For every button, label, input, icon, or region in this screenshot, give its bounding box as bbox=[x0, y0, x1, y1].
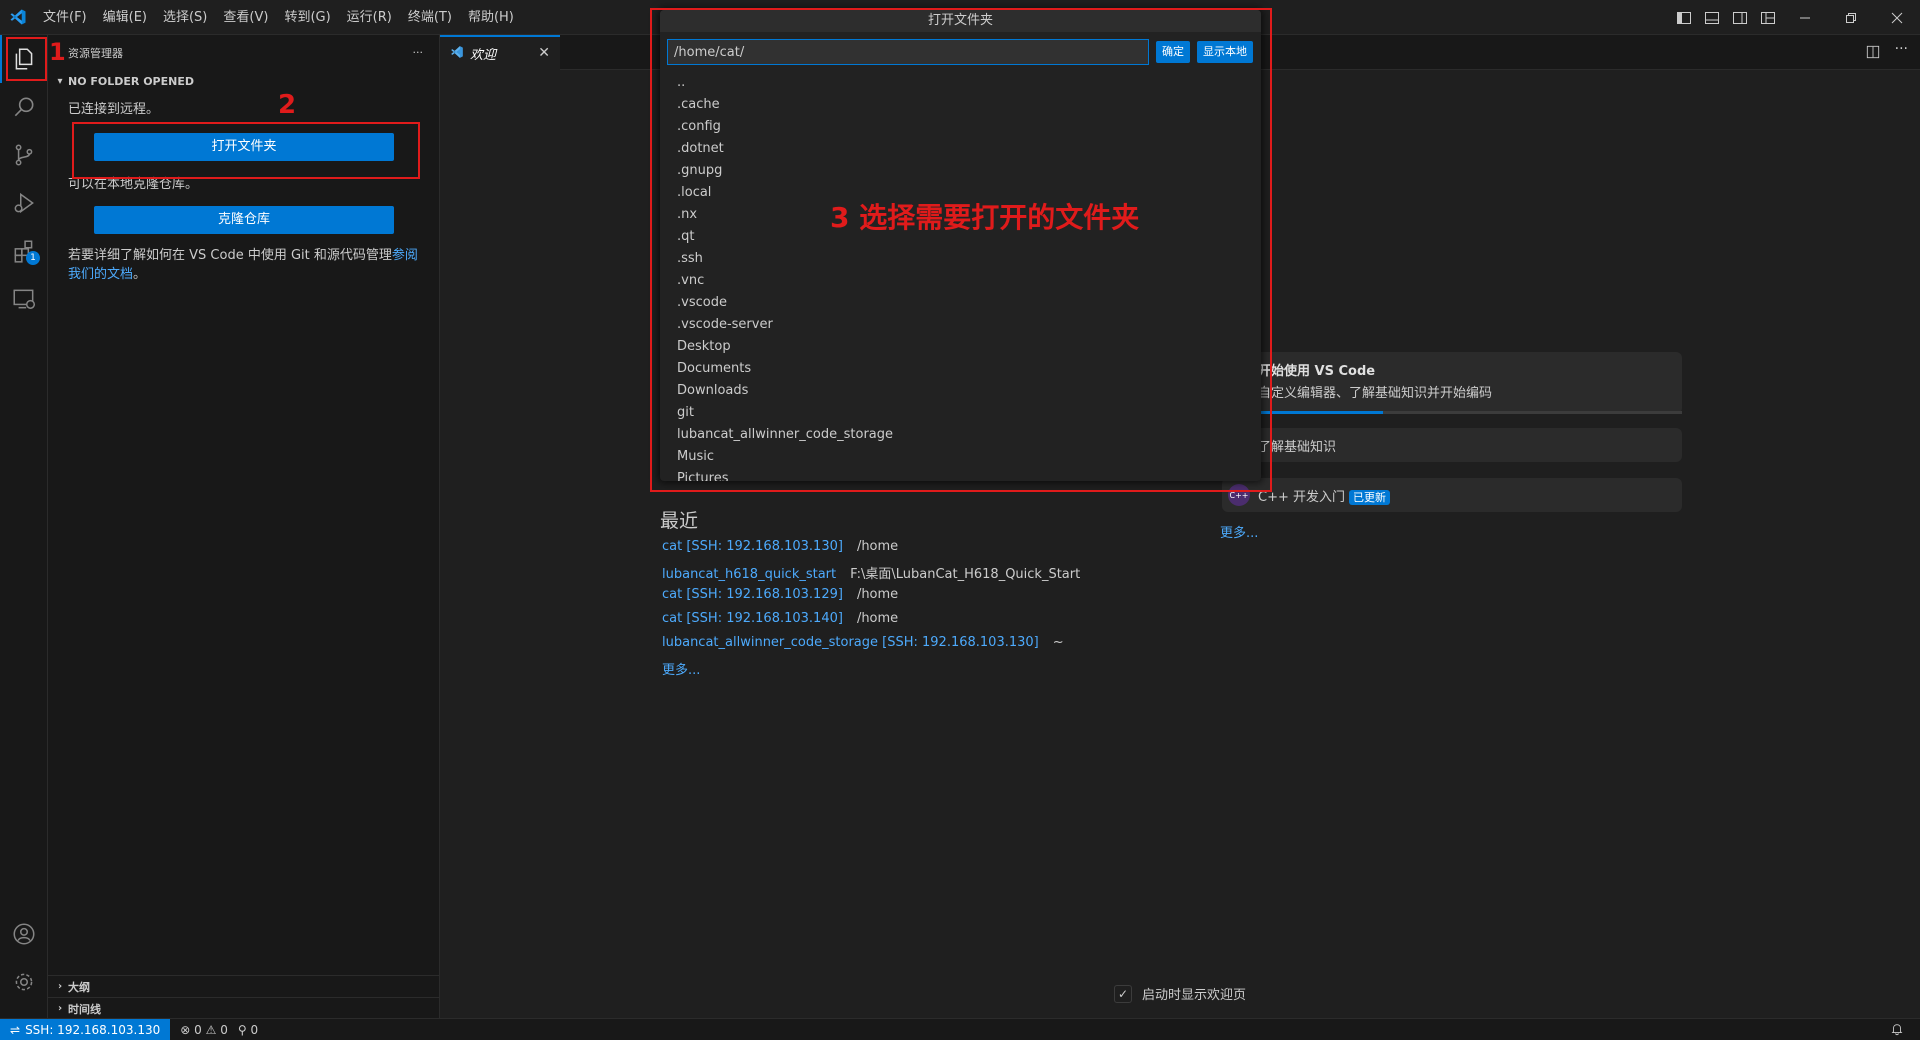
activity-bar: 1 bbox=[0, 35, 48, 1018]
close-window-icon[interactable] bbox=[1874, 0, 1920, 35]
clone-repo-button[interactable]: 克隆仓库 bbox=[94, 206, 394, 234]
extensions-icon[interactable]: 1 bbox=[0, 227, 48, 275]
updated-badge: 已更新 bbox=[1349, 490, 1390, 505]
annotation-number-1: 1 bbox=[49, 38, 66, 66]
explorer-sidebar: 资源管理器 ··· ▾ NO FOLDER OPENED 已连接到远程。 打开文… bbox=[48, 35, 440, 1018]
toggle-secondary-sidebar-icon[interactable] bbox=[1726, 0, 1754, 35]
vscode-tab-icon bbox=[450, 45, 464, 63]
menu-edit[interactable]: 编辑(E) bbox=[95, 0, 155, 35]
recent-item[interactable]: cat [SSH: 192.168.103.140]/home bbox=[662, 611, 898, 629]
chevron-right-icon: › bbox=[57, 1003, 63, 1014]
no-folder-section[interactable]: ▾ NO FOLDER OPENED bbox=[48, 70, 439, 92]
walkthrough-more-link[interactable]: 更多... bbox=[1220, 522, 1258, 541]
vscode-logo-icon bbox=[0, 0, 35, 35]
annotation-box-2 bbox=[72, 122, 420, 179]
remote-indicator[interactable]: ⇌ SSH: 192.168.103.130 bbox=[0, 1018, 171, 1040]
checkbox-checked-icon[interactable]: ✓ bbox=[1114, 984, 1132, 1003]
menu-view[interactable]: 查看(V) bbox=[215, 0, 276, 35]
annotation-step-3: 3 选择需要打开的文件夹 bbox=[830, 201, 1140, 234]
walkthrough-get-started[interactable]: 开始使用 VS Code 自定义编辑器、了解基础知识并开始编码 bbox=[1222, 352, 1682, 414]
recent-item[interactable]: lubancat_h618_quick_start F:\桌面\LubanCat_… bbox=[662, 563, 1080, 582]
minimize-icon[interactable] bbox=[1782, 0, 1828, 35]
tab-label: 欢迎 bbox=[470, 48, 497, 63]
restore-icon[interactable] bbox=[1828, 0, 1874, 35]
ports-indicator[interactable]: ⚲ 0 bbox=[238, 1023, 258, 1037]
toggle-panel-icon[interactable] bbox=[1698, 0, 1726, 35]
tab-welcome[interactable]: 欢迎 ✕ bbox=[440, 35, 560, 70]
menu-go[interactable]: 转到(G) bbox=[276, 0, 338, 35]
customize-layout-icon[interactable] bbox=[1754, 0, 1782, 35]
menu-run[interactable]: 运行(R) bbox=[339, 0, 400, 35]
menu-help[interactable]: 帮助(H) bbox=[460, 0, 522, 35]
walkthrough-fundamentals[interactable]: 了解基础知识 bbox=[1222, 428, 1682, 462]
recent-item[interactable]: cat [SSH: 192.168.103.129]/home bbox=[662, 587, 898, 605]
title-controls bbox=[1670, 0, 1920, 35]
search-icon[interactable] bbox=[0, 83, 48, 131]
walkthrough-progress bbox=[1222, 411, 1682, 414]
problems-indicator[interactable]: ⊗ 0 ⚠ 0 bbox=[180, 1023, 228, 1037]
docs-text: 若要详细了解如何在 VS Code 中使用 Git 和源代码管理参阅 我们的文档。 bbox=[68, 248, 418, 282]
close-tab-icon[interactable]: ✕ bbox=[538, 45, 550, 61]
toggle-sidebar-icon[interactable] bbox=[1670, 0, 1698, 35]
remote-explorer-icon[interactable] bbox=[0, 275, 48, 323]
more-actions-icon[interactable]: ··· bbox=[413, 46, 424, 59]
recent-item[interactable]: cat [SSH: 192.168.103.130]/home bbox=[662, 539, 898, 557]
ports-icon: ⚲ bbox=[237, 1022, 247, 1037]
run-debug-icon[interactable] bbox=[0, 179, 48, 227]
chevron-down-icon: ▾ bbox=[57, 75, 63, 87]
warning-icon: ⚠ bbox=[205, 1022, 217, 1037]
outline-section[interactable]: › 大纲 bbox=[48, 975, 439, 997]
startup-label: 启动时显示欢迎页 bbox=[1142, 988, 1247, 1003]
status-bar: ⇌ SSH: 192.168.103.130 ⊗ 0 ⚠ 0 ⚲ 0 bbox=[0, 1018, 1920, 1040]
walkthrough-desc: 自定义编辑器、了解基础知识并开始编码 bbox=[1258, 386, 1493, 401]
timeline-section[interactable]: › 时间线 bbox=[48, 997, 439, 1019]
recent-item[interactable]: lubancat_allwinner_code_storage [SSH: 19… bbox=[662, 635, 1064, 653]
recent-title: 最近 bbox=[660, 510, 699, 532]
settings-gear-icon[interactable] bbox=[0, 958, 48, 1006]
source-control-icon[interactable] bbox=[0, 131, 48, 179]
chevron-right-icon: › bbox=[57, 981, 63, 992]
no-folder-pane: 已连接到远程。 打开文件夹 可以在本地克隆仓库。 克隆仓库 若要详细了解如何在 … bbox=[48, 92, 439, 284]
walkthrough-title: 开始使用 VS Code bbox=[1258, 364, 1376, 379]
annotation-number-2: 2 bbox=[278, 90, 297, 120]
menu-file[interactable]: 文件(F) bbox=[35, 0, 95, 35]
error-icon: ⊗ bbox=[180, 1022, 191, 1037]
accounts-icon[interactable] bbox=[0, 910, 48, 958]
menu-terminal[interactable]: 终端(T) bbox=[400, 0, 460, 35]
split-editor-icon[interactable] bbox=[1866, 45, 1880, 63]
annotation-box-3 bbox=[650, 8, 1272, 492]
notifications-bell-icon[interactable] bbox=[1890, 1022, 1904, 1039]
more-actions-icon[interactable]: ··· bbox=[1895, 41, 1908, 57]
recent-more-link[interactable]: 更多... bbox=[662, 659, 700, 678]
walkthrough-cpp[interactable]: C++ C++ 开发入门 已更新 bbox=[1222, 478, 1682, 512]
sidebar-title: 资源管理器 bbox=[68, 46, 123, 60]
sidebar-header: 资源管理器 ··· bbox=[48, 35, 439, 70]
menu-bar: 文件(F) 编辑(E) 选择(S) 查看(V) 转到(G) 运行(R) 终端(T… bbox=[35, 0, 522, 35]
section-title: NO FOLDER OPENED bbox=[68, 74, 194, 88]
connected-text: 已连接到远程。 bbox=[68, 102, 160, 117]
menu-selection[interactable]: 选择(S) bbox=[155, 0, 215, 35]
annotation-box-1 bbox=[6, 37, 47, 81]
walkthrough-title: C++ 开发入门 已更新 bbox=[1258, 486, 1390, 505]
extensions-badge: 1 bbox=[26, 251, 40, 265]
remote-icon: ⇌ bbox=[10, 1022, 21, 1037]
show-welcome-on-startup[interactable]: ✓ 启动时显示欢迎页 bbox=[1114, 984, 1246, 1003]
